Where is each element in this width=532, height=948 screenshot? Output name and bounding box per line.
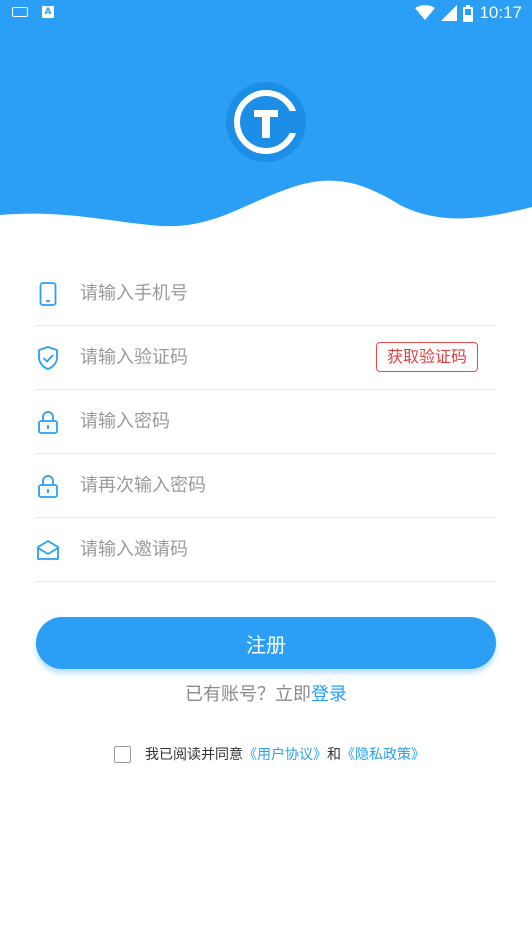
- user-agreement-link[interactable]: 《用户协议》: [243, 744, 327, 764]
- status-bar: A 10:17: [0, 0, 532, 28]
- clock: 10:17: [479, 3, 522, 22]
- login-prompt-text: 已有账号？立即: [185, 684, 311, 705]
- signal-icon: [441, 5, 458, 21]
- shield-check-icon: [36, 345, 60, 370]
- register-button[interactable]: 注册: [36, 617, 496, 669]
- envelope-icon: [36, 538, 60, 562]
- phone-icon: [36, 281, 60, 306]
- password-input[interactable]: [78, 410, 496, 433]
- login-prompt: 已有账号？立即登录: [0, 680, 532, 706]
- keyboard-icon: [12, 7, 28, 17]
- battery-icon: [463, 4, 474, 22]
- invite-row: [36, 518, 496, 582]
- confirm-password-row: [36, 454, 496, 518]
- password-row: [36, 390, 496, 454]
- confirm-password-input[interactable]: [78, 474, 496, 497]
- login-link[interactable]: 登录: [311, 684, 347, 705]
- lock-icon: [36, 474, 60, 498]
- phone-input[interactable]: [78, 282, 496, 305]
- agreement-checkbox[interactable]: [114, 745, 131, 763]
- wifi-icon: [415, 5, 436, 20]
- app-logo: [226, 82, 306, 162]
- wave-divider: [0, 180, 532, 260]
- register-form: 获取验证码: [36, 262, 496, 582]
- agreement-and: 和: [327, 747, 341, 763]
- phone-row: [36, 262, 496, 326]
- a-badge-icon: A: [42, 6, 54, 18]
- get-code-button[interactable]: 获取验证码: [375, 342, 478, 372]
- code-row: 获取验证码: [36, 326, 496, 390]
- agreement-text: 我已阅读并同意: [145, 747, 243, 763]
- agreement-row: 我已阅读并同意 《用户协议》 和 《隐私政策》: [114, 744, 425, 764]
- invite-code-input[interactable]: [78, 538, 496, 561]
- lock-icon: [36, 410, 60, 434]
- privacy-policy-link[interactable]: 《隐私政策》: [341, 744, 425, 764]
